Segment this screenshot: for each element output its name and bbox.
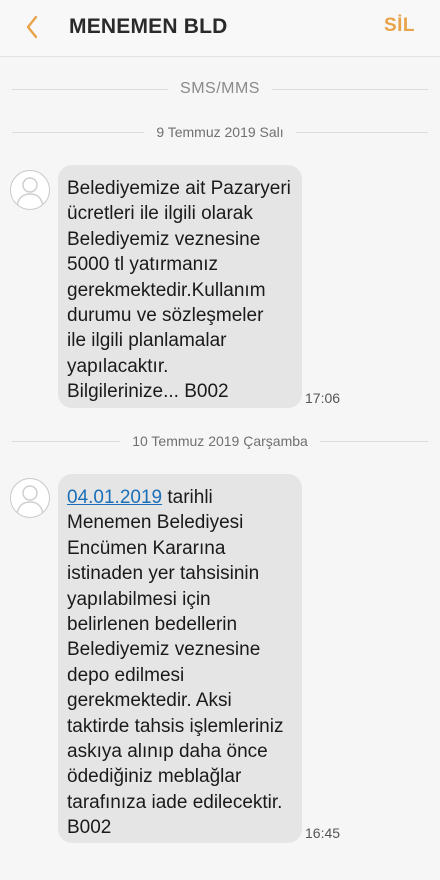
channel-separator: SMS/MMS — [12, 79, 429, 99]
message-line: belirlenen bedellerin — [67, 614, 238, 636]
avatar[interactable] — [10, 170, 50, 210]
message-line: ücretleri ile ilgili olarak — [67, 203, 253, 225]
message-line: taktirde tahsis işlemleriniz — [67, 715, 284, 737]
channel-label: SMS/MMS — [180, 80, 260, 97]
conversation-title: MENEMEN BLD — [69, 15, 228, 38]
divider — [12, 440, 121, 442]
date-label: 9 Temmuz 2019 Salı — [156, 124, 284, 140]
message-line: ödediğiniz meblağlar — [67, 766, 242, 788]
avatar[interactable] — [10, 478, 50, 518]
delete-button[interactable]: SİL — [384, 15, 415, 37]
back-button[interactable] — [18, 12, 48, 42]
divider — [295, 131, 428, 133]
date-separator: 10 Temmuz 2019 Çarşamba — [12, 431, 429, 451]
app-header: MENEMEN BLD SİL — [0, 0, 440, 57]
message-line: B002 — [67, 817, 112, 839]
message-text: tarihli — [162, 487, 213, 508]
message-bubble[interactable]: Belediyemize ait Pazaryeri ücretleri ile… — [58, 165, 302, 408]
person-silhouette-icon — [16, 177, 44, 208]
message-line: Bilgilerinize... B002 — [67, 381, 229, 403]
message-line: tarafınıza iade edilecektir. — [67, 791, 283, 813]
divider — [12, 88, 169, 90]
message-line: depo edilmesi — [67, 664, 185, 686]
divider — [12, 131, 145, 133]
divider — [319, 440, 429, 442]
chevron-left-icon — [26, 15, 38, 39]
date-link[interactable]: 04.01.2019 — [67, 487, 162, 508]
message-line: Belediyemize ait Pazaryeri — [67, 178, 291, 199]
message-time: 16:45 — [305, 825, 341, 841]
message-line: gerekmektedir.Kullanım — [67, 279, 266, 301]
message-line: yapılabilmesi için — [67, 588, 211, 610]
date-label: 10 Temmuz 2019 Çarşamba — [132, 433, 308, 449]
message-line: 04.01.2019 tarihli — [67, 485, 292, 510]
message-bubble[interactable]: 04.01.2019 tarihli Menemen Belediyesi En… — [58, 474, 302, 843]
message-line: Belediyemiz veznesine — [67, 639, 261, 661]
message-line: Belediyemiz veznesine — [67, 228, 261, 250]
message-line: istinaden yer tahsisinin — [67, 563, 260, 585]
message-line: askıya alınıp daha önce — [67, 741, 268, 763]
message-line: gerekmektedir. Aksi — [67, 690, 232, 712]
message-line: Menemen Belediyesi — [67, 512, 244, 534]
message-line: Encümen Kararına — [67, 537, 226, 559]
divider — [271, 88, 429, 90]
message-line: 5000 tl yatırmanız — [67, 254, 219, 276]
person-silhouette-icon — [16, 485, 44, 516]
message-line: ile ilgili planlamalar — [67, 330, 227, 352]
date-separator: 9 Temmuz 2019 Salı — [12, 122, 428, 142]
message-line: durumu ve sözleşmeler — [67, 305, 264, 327]
message-line: yapılacaktır. — [67, 355, 169, 377]
message-time: 17:06 — [305, 390, 341, 406]
